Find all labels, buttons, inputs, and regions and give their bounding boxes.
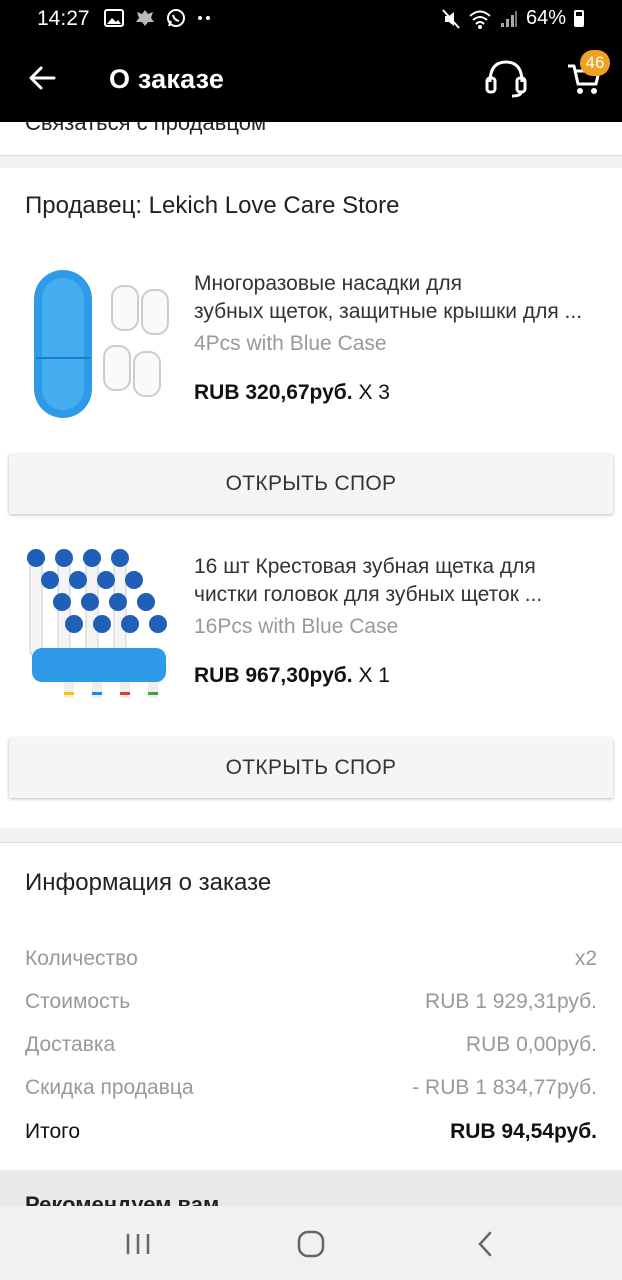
recent-apps-icon[interactable] [122, 1228, 154, 1260]
product-qty: X 1 [358, 664, 390, 687]
status-bar: 14:27 64% [0, 0, 622, 38]
open-dispute-button[interactable]: ОТКРЫТЬ СПОР [9, 454, 613, 514]
mute-icon [442, 8, 460, 29]
seller-card: Продавец: Lekich Love Care Store Многора… [0, 168, 622, 828]
product-image[interactable] [24, 548, 176, 700]
recommend-section: Рекомендуем вам [0, 1170, 622, 1210]
order-info-title: Информация о заказе [25, 869, 272, 896]
whatsapp-icon [167, 9, 185, 27]
product-qty: X 3 [358, 381, 390, 404]
product-variant: 16Pcs with Blue Case [194, 615, 399, 638]
image-icon [104, 9, 124, 27]
product-image[interactable] [24, 268, 176, 420]
product-title[interactable]: 16 шт Крестовая зубная щетка для чистки … [194, 553, 599, 609]
back-icon[interactable] [470, 1228, 502, 1260]
back-arrow-icon[interactable] [26, 62, 58, 94]
more-dots-icon [198, 16, 210, 20]
app-bar: О заказе 46 [0, 38, 622, 122]
open-dispute-button[interactable]: ОТКРЫТЬ СПОР [9, 738, 613, 798]
system-nav-bar [0, 1206, 622, 1280]
product-price: RUB 320,67руб. X 3 [194, 381, 390, 404]
signal-icon [500, 10, 517, 27]
home-icon[interactable] [295, 1228, 327, 1260]
contact-seller-link[interactable]: Связаться с продавцом [0, 122, 622, 156]
emblem-icon [136, 10, 154, 26]
notification-icons [104, 8, 212, 28]
seller-name: Продавец: Lekich Love Care Store [25, 192, 400, 219]
order-info-section: Информация о заказе Количество x2 Стоимо… [0, 842, 622, 1170]
battery-percent: 64% [525, 7, 566, 29]
product-price: RUB 967,30руб. X 1 [194, 664, 390, 687]
support-headset-icon[interactable] [484, 58, 528, 98]
product-title[interactable]: Многоразовые насадки для зубных щеток, з… [194, 270, 599, 326]
product-variant: 4Pcs with Blue Case [194, 332, 387, 355]
status-time: 14:27 [37, 7, 90, 30]
battery-icon [574, 10, 584, 27]
contact-seller-label: Связаться с продавцом [25, 122, 267, 135]
wifi-icon [469, 10, 491, 29]
page-title: О заказе [109, 64, 225, 94]
system-icons: 64% [442, 7, 584, 30]
cart-count-badge: 46 [580, 50, 610, 76]
